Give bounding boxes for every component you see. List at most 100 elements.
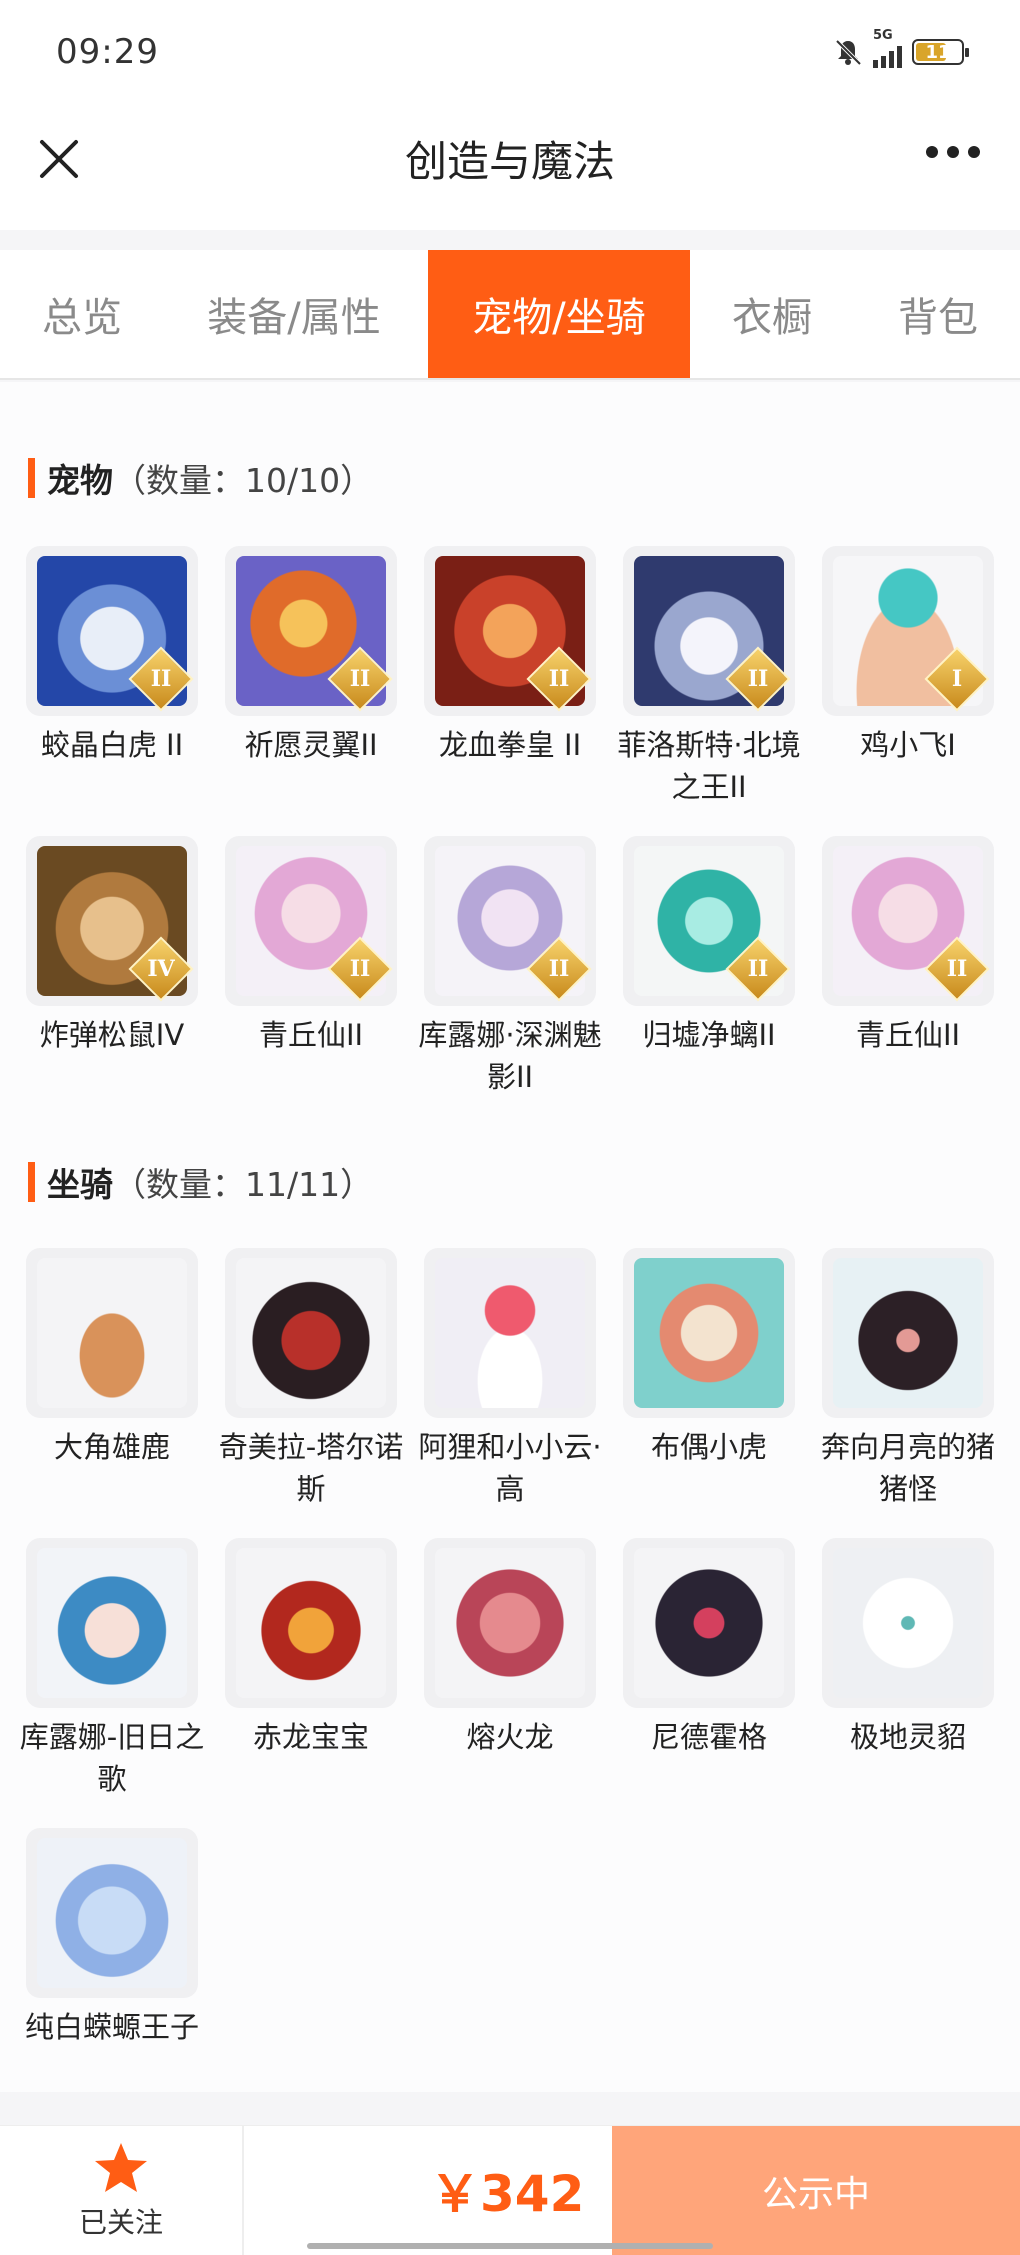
battery-icon: 11 [912, 39, 969, 65]
mount-image [634, 1548, 784, 1698]
more-icon[interactable] [926, 146, 980, 158]
mount-card[interactable]: 奇美拉-塔尔诺斯 [219, 1248, 403, 1510]
pet-card[interactable]: II 祈愿灵翼II [225, 546, 397, 808]
mount-card[interactable]: 布偶小虎 [623, 1248, 795, 1510]
mount-name: 极地灵貂 [849, 1720, 966, 1754]
pet-thumbnail: I [822, 546, 994, 716]
tab-pets-mounts[interactable]: 宠物/坐骑 [428, 250, 690, 378]
mount-card[interactable]: 奔向月亮的猪猪怪 [821, 1248, 995, 1510]
mount-image [236, 1258, 386, 1408]
tab-bar: 总览 装备/属性 宠物/坐骑 衣橱 背包 [0, 250, 1020, 380]
mount-image [833, 1258, 983, 1408]
mount-image [37, 1838, 187, 1988]
mount-thumbnail [26, 1828, 198, 1998]
mount-name: 阿狸和小小云·高 [418, 1430, 602, 1506]
grade-badge-text: II [150, 666, 172, 692]
pet-card[interactable]: II 龙血拳皇 II [424, 546, 596, 808]
tab-wardrobe[interactable]: 衣橱 [712, 250, 832, 378]
pet-thumbnail: II [623, 546, 795, 716]
signal-icon: 5G [873, 28, 902, 68]
mount-name: 布偶小虎 [650, 1430, 767, 1464]
mount-image [634, 1258, 784, 1408]
mount-thumbnail [623, 1538, 795, 1708]
pet-thumbnail: II [424, 836, 596, 1006]
pet-card[interactable]: II 归墟净螭II [623, 836, 795, 1098]
pet-thumbnail: II [424, 546, 596, 716]
tab-backpack[interactable]: 背包 [878, 250, 998, 378]
status-time: 09:29 [56, 32, 159, 72]
grade-badge-text: II [747, 666, 769, 692]
home-indicator[interactable] [307, 2243, 713, 2249]
section-accent-bar [28, 458, 35, 498]
pet-card[interactable]: II 青丘仙II [225, 836, 397, 1098]
grade-badge-text: II [946, 956, 968, 982]
mount-card[interactable]: 纯白蝾螈王子 [25, 1828, 199, 2048]
tab-overview[interactable]: 总览 [22, 250, 142, 378]
mount-name: 尼德霍格 [650, 1720, 767, 1754]
mount-thumbnail [424, 1538, 596, 1708]
mount-card[interactable]: 尼德霍格 [623, 1538, 795, 1800]
page-title: 创造与魔法 [404, 137, 615, 186]
mounts-grid: 大角雄鹿 奇美拉-塔尔诺斯 阿狸和小小云·高 布偶小虎 奔向月亮的猪猪怪 库露娜… [20, 1248, 996, 2048]
mount-card[interactable]: 熔火龙 [424, 1538, 596, 1800]
pet-name: 菲洛斯特·北境之王II [617, 728, 801, 804]
publicity-status-button[interactable]: 公示中 [612, 2126, 1020, 2255]
mount-name: 奇美拉-塔尔诺斯 [218, 1430, 404, 1506]
mount-image [435, 1548, 585, 1698]
mount-name: 赤龙宝宝 [252, 1720, 369, 1754]
mount-name: 大角雄鹿 [53, 1430, 170, 1464]
pet-name: 蛟晶白虎 II [40, 728, 184, 762]
network-type: 5G [873, 28, 893, 43]
mount-thumbnail [822, 1248, 994, 1418]
follow-button[interactable]: 已关注 [0, 2126, 244, 2255]
pet-name: 库露娜·深渊魅影II [418, 1018, 602, 1094]
status-bar: 09:29 5G 11 [0, 0, 1020, 110]
pets-grid: II 蛟晶白虎 II II 祈愿灵翼II II 龙血拳皇 II II 菲洛斯特·… [26, 546, 996, 1098]
grade-badge-text: I [951, 666, 963, 692]
pet-thumbnail: II [225, 546, 397, 716]
mount-card[interactable]: 极地灵貂 [822, 1538, 994, 1800]
pet-name: 龙血拳皇 II [438, 728, 582, 762]
pet-card[interactable]: II 菲洛斯特·北境之王II [617, 546, 801, 808]
pet-card[interactable]: I 鸡小飞I [822, 546, 994, 808]
title-bar: 创造与魔法 [0, 110, 1020, 230]
pet-card[interactable]: II 蛟晶白虎 II [26, 546, 198, 808]
pets-count: （数量：10/10） [113, 461, 374, 500]
pet-thumbnail: II [822, 836, 994, 1006]
pet-thumbnail: II [623, 836, 795, 1006]
pet-card[interactable]: II 青丘仙II [822, 836, 994, 1098]
mute-bell-icon [835, 39, 862, 66]
mount-card[interactable]: 库露娜-旧日之歌 [20, 1538, 204, 1800]
mount-card[interactable]: 赤龙宝宝 [225, 1538, 397, 1800]
mount-image [435, 1258, 585, 1408]
section-accent-bar [28, 1162, 35, 1202]
status-icons: 5G 11 [833, 28, 969, 68]
pet-card[interactable]: IV 炸弹松鼠IV [26, 836, 198, 1098]
mount-image [236, 1548, 386, 1698]
grade-badge-text: II [548, 666, 570, 692]
battery-level: 11 [925, 41, 951, 63]
pets-title: 宠物 [47, 461, 113, 500]
pet-name: 炸弹松鼠IV [39, 1018, 185, 1052]
mount-image [37, 1548, 187, 1698]
pet-name: 归墟净螭II [642, 1018, 776, 1052]
price: ￥342 [430, 2165, 585, 2223]
mount-card[interactable]: 阿狸和小小云·高 [418, 1248, 602, 1510]
mount-thumbnail [26, 1248, 198, 1418]
mount-card[interactable]: 大角雄鹿 [26, 1248, 198, 1510]
pet-name: 鸡小飞I [860, 728, 956, 762]
pet-card[interactable]: II 库露娜·深渊魅影II [418, 836, 602, 1098]
tab-equipment[interactable]: 装备/属性 [188, 250, 400, 378]
mount-name: 奔向月亮的猪猪怪 [820, 1430, 995, 1506]
mount-name: 库露娜-旧日之歌 [19, 1720, 205, 1796]
pet-thumbnail: IV [26, 836, 198, 1006]
grade-badge-text: IV [147, 956, 175, 982]
mount-image [833, 1548, 983, 1698]
mount-thumbnail [225, 1538, 397, 1708]
content-area: 宠物 （数量：10/10） II 蛟晶白虎 II II 祈愿灵翼II II 龙血… [0, 382, 1020, 2092]
mount-thumbnail [822, 1538, 994, 1708]
mount-image [37, 1258, 187, 1408]
pet-thumbnail: II [26, 546, 198, 716]
grade-badge-text: II [349, 666, 371, 692]
pet-name: 青丘仙II [855, 1018, 961, 1052]
